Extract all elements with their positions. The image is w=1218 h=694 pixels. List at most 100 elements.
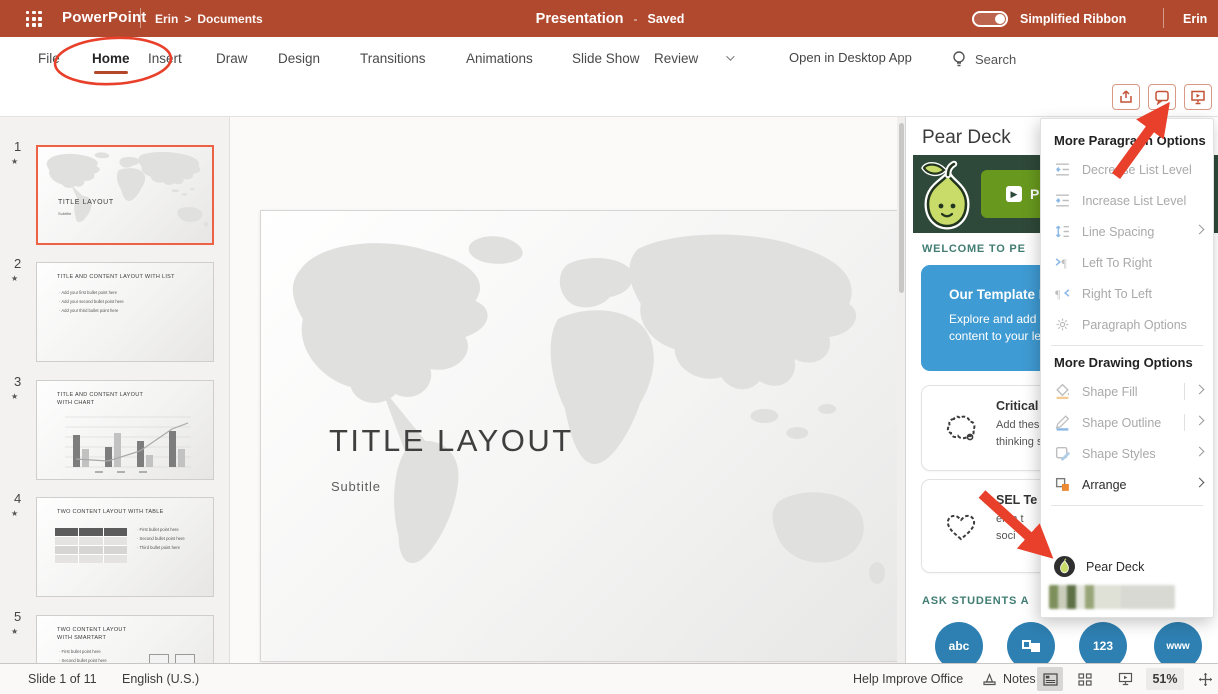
scrollbar-thumb[interactable]: [899, 123, 904, 293]
submenu-chevron-icon: [1195, 225, 1205, 235]
account-name[interactable]: Erin: [1183, 12, 1207, 26]
response-type-website-button[interactable]: www: [1154, 622, 1202, 663]
notes-toggle[interactable]: Notes: [982, 672, 1036, 686]
slide-number: 2: [14, 256, 21, 271]
breadcrumb-user[interactable]: Erin: [155, 12, 178, 26]
tab-insert[interactable]: Insert: [148, 37, 182, 79]
slide-subtitle-text[interactable]: Subtitle: [331, 479, 381, 494]
abc-label: abc: [949, 639, 970, 653]
slide-count-status: Slide 1 of 11: [28, 672, 97, 686]
line-spacing-icon: [1054, 223, 1071, 240]
thumb-subtitle: Subtitle: [58, 211, 71, 216]
arrange-icon: [1054, 476, 1071, 493]
menu-item-pear-deck[interactable]: Pear Deck: [1041, 551, 1213, 582]
save-status: Saved: [648, 12, 685, 26]
slide-title-text[interactable]: TITLE LAYOUT: [329, 423, 574, 459]
simplified-ribbon-toggle[interactable]: [972, 11, 1008, 27]
slide-canvas-area: TITLE LAYOUT Subtitle: [230, 117, 905, 663]
document-title[interactable]: Presentation: [536, 11, 624, 27]
menu-item-paragraph-options: Paragraph Options: [1041, 309, 1213, 340]
breadcrumb[interactable]: Erin>Documents: [152, 12, 266, 26]
slide-number: 5: [14, 609, 21, 624]
menu-item-right-to-left: ¶ Right To Left: [1041, 278, 1213, 309]
thumb-table: [55, 528, 127, 563]
thought-cloud-icon: [944, 410, 978, 444]
slide-thumbnail-3[interactable]: TITLE AND CONTENT LAYOUT WITH CHART: [36, 380, 214, 480]
search-button[interactable]: Search: [952, 50, 1016, 68]
menu-item-shape-styles: Shape Styles: [1041, 438, 1213, 469]
tab-draw[interactable]: Draw: [216, 37, 248, 79]
tab-animations[interactable]: Animations: [466, 37, 533, 79]
thumb-title: TWO CONTENT LAYOUT WITH SMARTART: [57, 627, 126, 642]
share-button[interactable]: [1112, 84, 1140, 110]
pear-deck-icon: [1054, 556, 1075, 577]
welcome-heading: WELCOME TO PE: [922, 243, 1026, 255]
fit-to-window-button[interactable]: [1192, 667, 1218, 691]
slide-number: 1: [14, 139, 21, 154]
choice-icon: [1022, 639, 1040, 653]
zoom-level-button[interactable]: 51%: [1146, 668, 1184, 690]
vertical-scrollbar[interactable]: [897, 117, 905, 663]
ribbon-tab-bar: File Home Insert Draw Design Transitions…: [0, 37, 1218, 79]
tab-review[interactable]: Review: [654, 37, 698, 79]
animation-star-icon: ★: [11, 274, 18, 283]
app-launcher-icon[interactable]: [26, 11, 42, 27]
response-type-choice-button[interactable]: [1007, 622, 1055, 663]
tab-file[interactable]: File: [38, 37, 60, 79]
pear-deck-mascot-icon: [918, 158, 976, 230]
www-label: www: [1166, 641, 1189, 652]
thumb-bullets: · First bullet point here · Second bulle…: [59, 648, 107, 663]
present-button[interactable]: [1184, 84, 1212, 110]
search-label: Search: [975, 52, 1016, 67]
slideshow-view-button[interactable]: [1112, 667, 1138, 691]
divider: [1163, 8, 1164, 28]
comments-button[interactable]: [1148, 84, 1176, 110]
slide-thumbnail-5[interactable]: TWO CONTENT LAYOUT WITH SMARTART · First…: [36, 615, 214, 663]
world-map-graphic: [38, 147, 212, 243]
menu-item-shape-fill: Shape Fill: [1041, 376, 1213, 407]
help-improve-office-link[interactable]: Help Improve Office: [853, 672, 963, 686]
slide-number: 3: [14, 374, 21, 389]
normal-view-button[interactable]: [1037, 667, 1063, 691]
split-divider: [1184, 414, 1185, 431]
menu-item-arrange[interactable]: Arrange: [1041, 469, 1213, 500]
menu-divider: [1051, 345, 1203, 346]
card-text: soci: [996, 530, 1016, 542]
animation-star-icon: ★: [11, 627, 18, 636]
tab-design[interactable]: Design: [278, 37, 320, 79]
tab-home[interactable]: Home: [92, 37, 130, 79]
slide-number: 4: [14, 491, 21, 506]
open-in-desktop-button[interactable]: Open in Desktop App: [789, 50, 912, 65]
menu-item-left-to-right: ¶ Left To Right: [1041, 247, 1213, 278]
slide-editor[interactable]: TITLE LAYOUT Subtitle: [260, 210, 900, 662]
slide-thumbnail-1[interactable]: TITLE LAYOUT Subtitle: [36, 145, 214, 245]
submenu-chevron-icon: [1195, 478, 1205, 488]
tab-slide-show[interactable]: Slide Show: [572, 37, 640, 79]
slideshow-icon: [1118, 672, 1133, 686]
title-bar: PowerPoint Erin>Documents Presentation -…: [0, 0, 1218, 37]
thumb-title: TITLE AND CONTENT LAYOUT WITH CHART: [57, 392, 143, 407]
animation-star-icon: ★: [11, 509, 18, 518]
status-bar: Slide 1 of 11 English (U.S.) Help Improv…: [0, 663, 1218, 694]
shape-styles-icon: [1054, 445, 1071, 462]
submenu-chevron-icon: [1195, 447, 1205, 457]
tab-transitions[interactable]: Transitions: [360, 37, 426, 79]
thumb-bar-chart: [55, 409, 197, 475]
slide-item-1: 1 ★ TITLE LAYOUT Subtitle: [0, 139, 230, 242]
menu-item-shape-outline: Shape Outline: [1041, 407, 1213, 438]
ask-students-heading: ASK STUDENTS A: [922, 595, 1029, 607]
divider: [140, 8, 141, 28]
more-tabs-chevron-icon[interactable]: [726, 52, 734, 60]
language-status[interactable]: English (U.S.): [122, 672, 199, 686]
more-options-dropdown-menu: More Paragraph Options Decrease List Lev…: [1040, 118, 1214, 618]
notes-icon: [982, 673, 997, 686]
breadcrumb-folder[interactable]: Documents: [197, 12, 262, 26]
slide-item-5: 5 ★ TWO CONTENT LAYOUT WITH SMARTART · F…: [0, 609, 230, 663]
slide-item-2: 2 ★ TITLE AND CONTENT LAYOUT WITH LIST ·…: [0, 256, 230, 359]
response-type-number-button[interactable]: 123: [1079, 622, 1127, 663]
slide-thumbnail-4[interactable]: TWO CONTENT LAYOUT WITH TABLE · First bu…: [36, 497, 214, 597]
slide-thumbnail-2[interactable]: TITLE AND CONTENT LAYOUT WITH LIST · Add…: [36, 262, 214, 362]
animation-star-icon: ★: [11, 157, 18, 166]
response-type-text-button[interactable]: abc: [935, 622, 983, 663]
slide-sorter-view-button[interactable]: [1072, 667, 1098, 691]
